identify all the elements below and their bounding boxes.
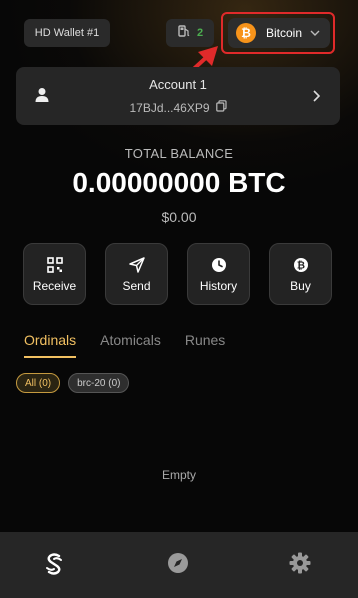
account-name: Account 1 [149,77,207,92]
account-address: 17BJd...46XP9 [129,100,210,115]
account-card[interactable]: Account 1 17BJd...46XP9 [16,67,340,125]
receive-button[interactable]: Receive [23,243,86,305]
balance-fiat: $0.00 [161,209,197,225]
wallet-app: HD Wallet #1 2 ₿ Bitcoin Account 1 17BJd… [0,0,358,598]
svg-text:₿: ₿ [296,259,304,271]
clock-icon [211,256,227,274]
history-button[interactable]: History [187,243,250,305]
history-label: History [199,278,238,293]
network-selector-button[interactable]: ₿ Bitcoin [228,18,330,48]
filter-all[interactable]: All (0) [16,373,61,393]
bottom-nav [0,532,358,598]
tab-atomicals[interactable]: Atomicals [100,332,161,358]
chevron-down-icon [310,30,320,36]
filter-brc20[interactable]: brc-20 (0) [68,373,130,393]
receive-label: Receive [32,278,77,293]
copy-icon[interactable] [215,100,227,115]
send-button[interactable]: Send [105,243,168,305]
gas-count: 2 [196,27,204,39]
balance-amount: 0.00000000 BTC [72,167,286,198]
buy-label: Buy [290,278,311,293]
tab-ordinals[interactable]: Ordinals [24,332,77,358]
balance-title: TOTAL BALANCE [124,146,234,161]
bitcoin-coin-icon: ₿ [293,256,309,274]
bitcoin-logo-icon: ₿ [236,23,256,43]
send-icon [128,256,145,274]
filter-chips: All (0) brc-20 (0) [16,373,130,393]
asset-tabs: Ordinals Atomicals Runes [24,332,225,358]
send-label: Send [122,278,151,293]
chevron-right-icon [313,89,321,107]
action-buttons: Receive Send History ₿ Buy [23,243,332,305]
empty-state-text: Empty [161,468,196,482]
qr-code-icon [46,256,63,274]
network-label: Bitcoin [266,26,303,40]
wallet-name: HD Wallet #1 [34,27,100,39]
wallet-selector-button[interactable]: HD Wallet #1 [24,19,110,47]
account-address-row: 17BJd...46XP9 [16,100,340,115]
wallet-logo-icon[interactable] [44,552,64,581]
buy-button[interactable]: ₿ Buy [269,243,332,305]
compass-icon[interactable] [167,552,189,579]
tab-runes[interactable]: Runes [185,332,225,358]
gear-icon[interactable] [289,552,311,579]
